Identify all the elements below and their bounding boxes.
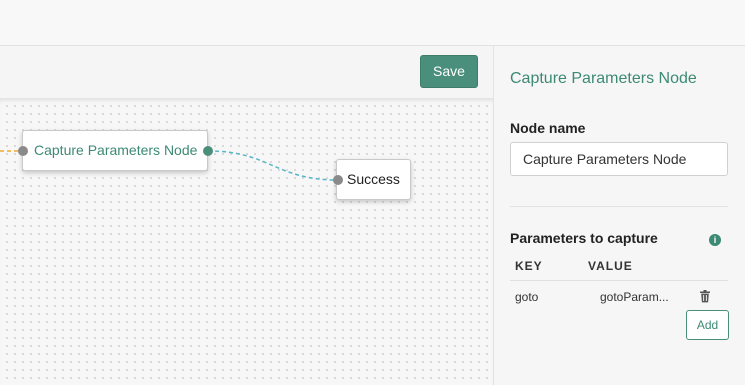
edge-capture-to-success[interactable] (207, 150, 339, 181)
capture-parameters-node[interactable]: Capture Parameters Node (22, 130, 208, 171)
column-header-value: VALUE (588, 259, 633, 273)
info-icon[interactable]: i (709, 234, 721, 246)
table-row: goto gotoParam... (510, 282, 728, 310)
properties-panel: Capture Parameters Node Node name Parame… (493, 46, 745, 385)
node-label: Success (347, 171, 400, 187)
add-parameter-button[interactable]: Add (686, 310, 729, 340)
node-label: Capture Parameters Node (34, 142, 198, 158)
success-node[interactable]: Success (336, 159, 411, 200)
trash-icon[interactable] (699, 290, 711, 303)
canvas-toolbar: Save (0, 46, 493, 99)
capture-node-input-port[interactable] (18, 146, 28, 156)
node-name-input[interactable] (510, 142, 728, 176)
param-value-cell[interactable]: gotoParam... (600, 290, 676, 304)
flow-canvas[interactable]: Capture Parameters Node Success (0, 99, 493, 385)
param-key-cell[interactable]: goto (515, 290, 538, 304)
capture-node-output-port[interactable] (203, 146, 213, 156)
save-button[interactable]: Save (420, 55, 478, 88)
section-divider (510, 206, 728, 207)
parameters-label: Parameters to capture (510, 230, 658, 246)
column-header-key: KEY (515, 259, 543, 273)
panel-title: Capture Parameters Node (510, 70, 697, 87)
success-node-input-port[interactable] (333, 175, 343, 185)
top-bar (0, 0, 745, 46)
node-name-label: Node name (510, 120, 586, 136)
table-header-divider (510, 280, 728, 281)
